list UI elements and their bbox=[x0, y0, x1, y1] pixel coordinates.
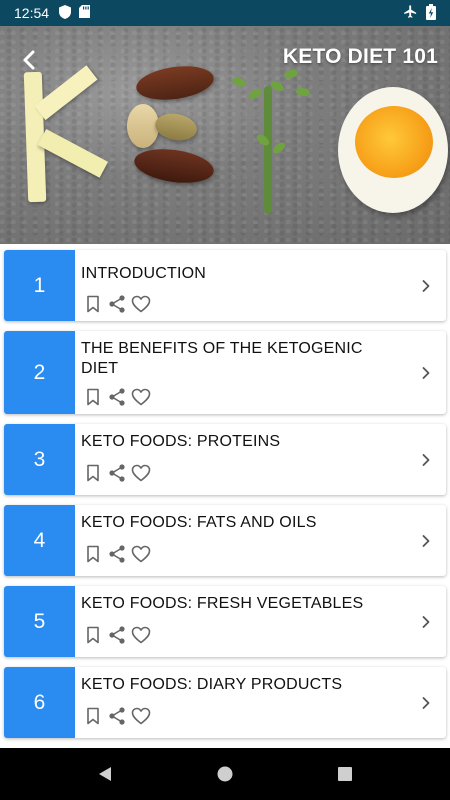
chapter-card-3[interactable]: 3 KETO FOODS: PROTEINS bbox=[4, 424, 446, 495]
chapter-title: KETO FOODS: DIARY PRODUCTS bbox=[81, 676, 343, 693]
heart-icon[interactable] bbox=[131, 294, 151, 314]
chevron-right-icon bbox=[418, 452, 434, 468]
status-bar: 12:54 bbox=[0, 0, 450, 26]
chevron-right-icon bbox=[418, 695, 434, 711]
page-title: KETO DIET 101 bbox=[282, 45, 438, 68]
bookmark-icon[interactable] bbox=[83, 544, 103, 564]
bookmark-icon[interactable] bbox=[83, 294, 103, 314]
back-triangle-icon[interactable] bbox=[93, 762, 117, 786]
bookmark-icon[interactable] bbox=[83, 463, 103, 483]
heart-icon[interactable] bbox=[131, 544, 151, 564]
battery-charging-icon bbox=[426, 3, 436, 23]
share-icon[interactable] bbox=[107, 625, 127, 645]
chapter-title: KETO FOODS: PROTEINS bbox=[81, 433, 281, 450]
chevron-right-icon bbox=[418, 278, 434, 294]
bookmark-icon[interactable] bbox=[83, 706, 103, 726]
status-time: 12:54 bbox=[14, 5, 50, 21]
shield-icon bbox=[59, 4, 72, 22]
chapter-number: 3 bbox=[4, 424, 75, 495]
chapter-card-1[interactable]: 1 INTRODUCTION bbox=[4, 250, 446, 321]
bookmark-icon[interactable] bbox=[83, 625, 103, 645]
chapter-card-4[interactable]: 4 KETO FOODS: FATS AND OILS bbox=[4, 505, 446, 576]
chapter-number: 1 bbox=[4, 250, 75, 321]
chapter-title: KETO FOODS: FATS AND OILS bbox=[81, 514, 317, 531]
recents-square-icon[interactable] bbox=[333, 762, 357, 786]
share-icon[interactable] bbox=[107, 544, 127, 564]
chapter-actions bbox=[83, 544, 151, 564]
back-button[interactable] bbox=[14, 44, 46, 76]
chapter-card-5[interactable]: 5 KETO FOODS: FRESH VEGETABLES bbox=[4, 586, 446, 657]
chapter-actions bbox=[83, 463, 151, 483]
heart-icon[interactable] bbox=[131, 625, 151, 645]
sd-card-icon bbox=[79, 5, 91, 21]
chapter-card-2[interactable]: 2 THE BENEFITS OF THE KETOGENIC DIET bbox=[4, 331, 446, 414]
chevron-right-icon bbox=[418, 365, 434, 381]
share-icon[interactable] bbox=[107, 294, 127, 314]
chapter-actions bbox=[83, 387, 151, 407]
chevron-right-icon bbox=[418, 533, 434, 549]
share-icon[interactable] bbox=[107, 463, 127, 483]
chevron-right-icon bbox=[418, 614, 434, 630]
share-icon[interactable] bbox=[107, 387, 127, 407]
chapter-title: THE BENEFITS OF THE KETOGENIC DIET bbox=[81, 340, 363, 377]
chapter-number: 5 bbox=[4, 586, 75, 657]
heart-icon[interactable] bbox=[131, 463, 151, 483]
header-banner: KETO DIET 101 bbox=[0, 26, 450, 244]
airplane-icon bbox=[403, 4, 418, 22]
chapter-title: KETO FOODS: FRESH VEGETABLES bbox=[81, 595, 364, 612]
chapter-number: 6 bbox=[4, 667, 75, 738]
system-nav-bar bbox=[0, 748, 450, 800]
bookmark-icon[interactable] bbox=[83, 387, 103, 407]
home-circle-icon[interactable] bbox=[213, 762, 237, 786]
chapter-actions bbox=[83, 294, 151, 314]
chapter-actions bbox=[83, 625, 151, 645]
share-icon[interactable] bbox=[107, 706, 127, 726]
chapter-actions bbox=[83, 706, 151, 726]
chapter-number: 4 bbox=[4, 505, 75, 576]
chapter-title: INTRODUCTION bbox=[81, 265, 207, 282]
chevron-left-icon bbox=[23, 50, 35, 70]
chapter-list: 1 INTRODUCTION 2 THE BENEFITS OF THE KET… bbox=[0, 244, 450, 748]
chapter-card-6[interactable]: 6 KETO FOODS: DIARY PRODUCTS bbox=[4, 667, 446, 738]
heart-icon[interactable] bbox=[131, 387, 151, 407]
chapter-number: 2 bbox=[4, 331, 75, 414]
heart-icon[interactable] bbox=[131, 706, 151, 726]
